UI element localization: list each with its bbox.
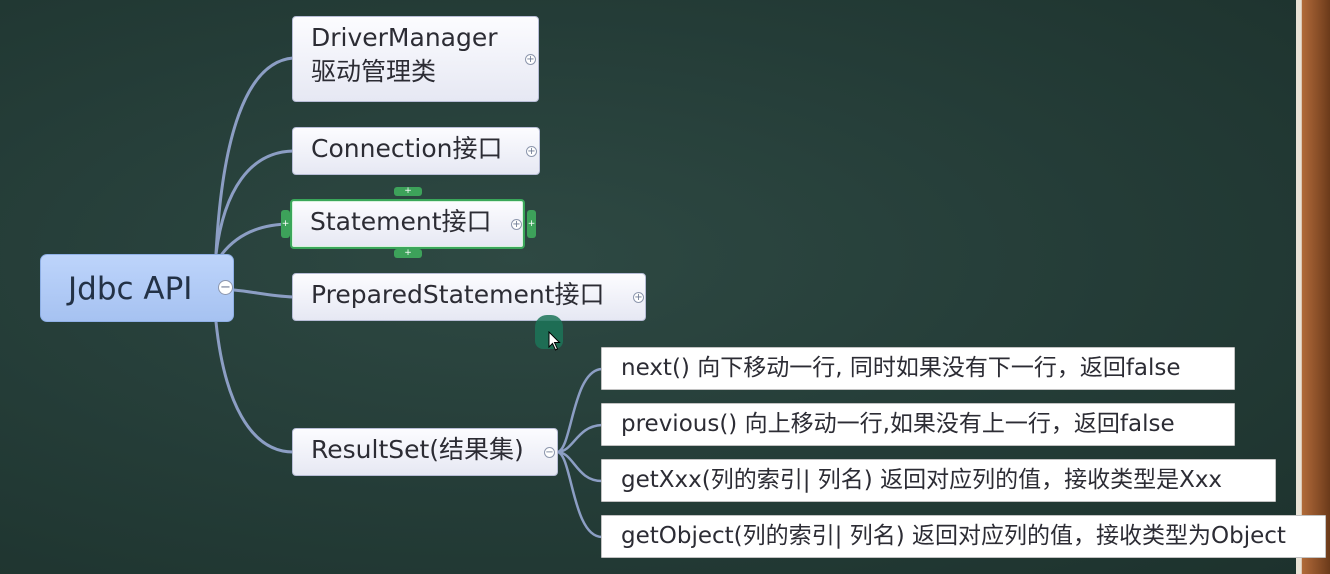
add-topic-top-handle[interactable]: + <box>394 187 422 196</box>
topic-resultset-label: ResultSet(结果集) <box>311 435 524 464</box>
mouse-pointer-icon <box>548 331 561 351</box>
connector-resultset-next <box>555 367 604 454</box>
board-frame <box>1296 0 1330 574</box>
expand-icon[interactable]: + <box>526 146 537 157</box>
add-topic-left-handle[interactable]: + <box>281 210 290 238</box>
add-topic-bottom-handle[interactable]: + <box>394 249 422 258</box>
subtopic-next-label: next() 向下移动一行, 同时如果没有下一行，返回false <box>621 355 1181 381</box>
expand-icon[interactable]: + <box>525 54 536 65</box>
subtopic-previous-label: previous() 向上移动一行,如果没有上一行，返回false <box>621 411 1175 437</box>
root-collapse-icon[interactable]: − <box>218 280 233 295</box>
topic-connection-label: Connection接口 <box>311 134 503 163</box>
connector-root-resultset <box>214 320 295 454</box>
expand-icon[interactable]: + <box>633 292 644 303</box>
connector-root-prepared-statement <box>232 288 295 299</box>
topic-driver-manager[interactable]: DriverManager 驱动管理类 <box>292 16 539 102</box>
subtopic-next[interactable]: next() 向下移动一行, 同时如果没有下一行，返回false <box>601 347 1235 390</box>
topic-statement-label: Statement接口 <box>310 207 492 236</box>
subtopic-getobject[interactable]: getObject(列的索引| 列名) 返回对应列的值，接收类型为Object <box>601 515 1326 558</box>
topic-driver-manager-label: DriverManager <box>311 23 498 52</box>
connector-root-connection <box>214 149 295 256</box>
subtopic-getobject-label: getObject(列的索引| 列名) 返回对应列的值，接收类型为Object <box>621 523 1286 549</box>
subtopic-previous[interactable]: previous() 向上移动一行,如果没有上一行，返回false <box>601 403 1235 446</box>
connector-resultset-getobject <box>555 450 604 539</box>
root-topic-jdbc-api[interactable]: Jdbc API <box>40 254 234 322</box>
expand-icon[interactable]: + <box>511 219 522 230</box>
root-topic-label: Jdbc API <box>68 271 193 307</box>
topic-connection[interactable]: Connection接口 <box>292 127 540 175</box>
add-topic-right-handle[interactable]: + <box>527 210 536 238</box>
topic-prepared-statement[interactable]: PreparedStatement接口 <box>292 273 646 321</box>
subtopic-getxxx[interactable]: getXxx(列的索引| 列名) 返回对应列的值，接收类型是Xxx <box>601 459 1276 502</box>
topic-prepared-statement-label: PreparedStatement接口 <box>311 280 605 309</box>
topic-statement[interactable]: Statement接口 <box>290 199 525 249</box>
collapse-icon[interactable]: − <box>544 447 555 458</box>
topic-resultset[interactable]: ResultSet(结果集) <box>292 428 558 476</box>
subtopic-getxxx-label: getXxx(列的索引| 列名) 返回对应列的值，接收类型是Xxx <box>621 467 1223 493</box>
topic-driver-manager-sublabel: 驱动管理类 <box>311 57 437 86</box>
